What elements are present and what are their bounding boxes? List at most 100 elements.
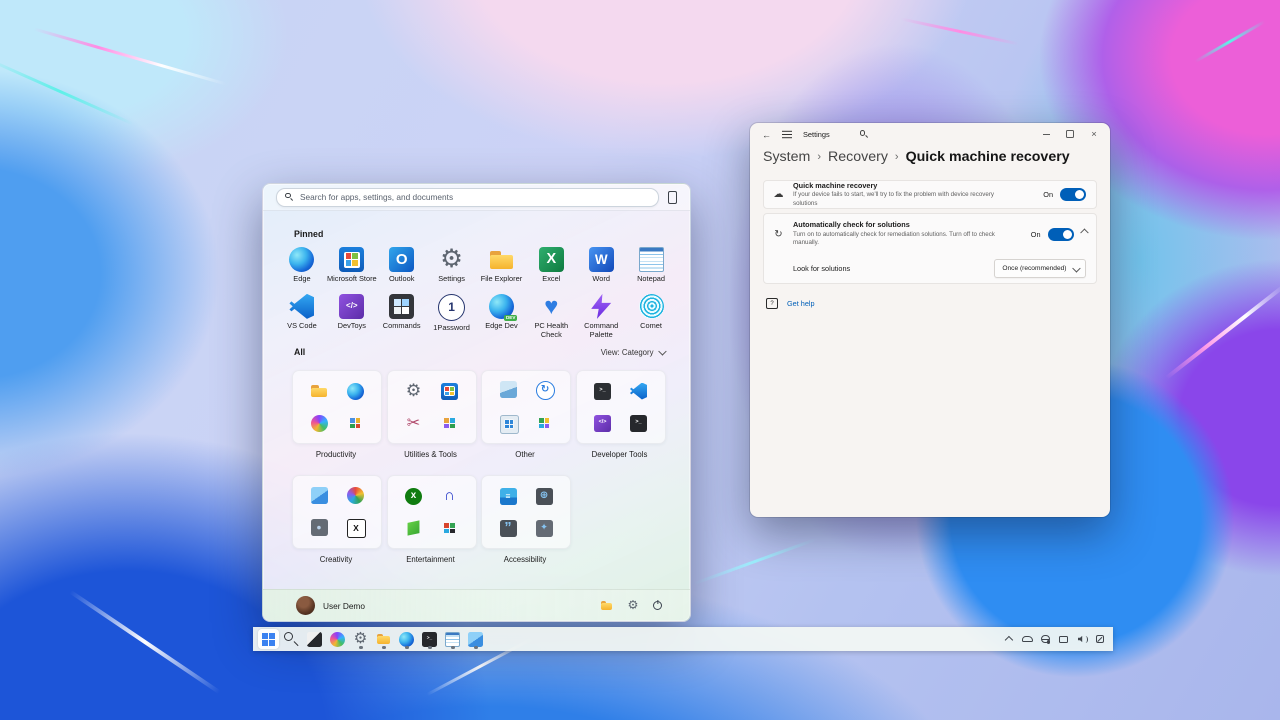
category-card-accessibility[interactable]: ≡⊕”✦ bbox=[481, 475, 571, 549]
pinned-app-edge[interactable]: Edge bbox=[277, 247, 327, 284]
back-button[interactable]: ← bbox=[762, 130, 771, 140]
pinned-app-word[interactable]: WWord bbox=[576, 247, 626, 284]
sync-app-icon: ↻ bbox=[536, 381, 555, 400]
settings-search-icon[interactable] bbox=[860, 130, 869, 139]
pinned-app-1password[interactable]: 11Password bbox=[427, 294, 477, 340]
auto-check-card-group: ↻ Automatically check for solutions Turn… bbox=[763, 213, 1097, 284]
pinned-app-pc-health-check[interactable]: ♥PC Health Check bbox=[526, 294, 576, 340]
get-help-link[interactable]: ? Get help bbox=[766, 298, 1097, 309]
comet-icon bbox=[639, 294, 664, 319]
app-label: Excel bbox=[542, 275, 560, 284]
toggle-state-label: On bbox=[1043, 190, 1053, 199]
breadcrumb-separator: › bbox=[817, 151, 821, 163]
settings-button[interactable]: ⚙ bbox=[627, 600, 639, 612]
look-for-solutions-label: Look for solutions bbox=[793, 264, 994, 273]
pinned-app-microsoft-store[interactable]: Microsoft Store bbox=[327, 247, 377, 284]
taskbar-settings-button[interactable]: ⚙ bbox=[350, 629, 371, 649]
start-menu: Search for apps, settings, and documents… bbox=[262, 183, 691, 622]
taskbar-search-button[interactable] bbox=[281, 629, 302, 649]
edge-icon bbox=[347, 383, 364, 400]
chevron-down-icon bbox=[658, 347, 666, 355]
mobile-device-icon[interactable] bbox=[668, 191, 677, 204]
copilot-icon bbox=[330, 632, 345, 647]
media-player-icon: ∩ bbox=[441, 488, 458, 505]
wallpaper-streak bbox=[33, 27, 226, 85]
taskbar-photos-button[interactable] bbox=[465, 629, 486, 649]
search-input[interactable]: Search for apps, settings, and documents bbox=[276, 188, 659, 207]
view-category-dropdown[interactable]: View: Category bbox=[601, 348, 664, 357]
category-card-utilities-tools[interactable]: ⚙✂ bbox=[387, 370, 477, 444]
taskbar-terminal-button[interactable]: >_ bbox=[419, 629, 440, 649]
pen-input-icon[interactable] bbox=[1094, 633, 1105, 645]
settings-titlebar: ← Settings × bbox=[750, 123, 1110, 146]
pinned-heading: Pinned bbox=[294, 229, 323, 239]
taskbar-notepad-button[interactable] bbox=[442, 629, 463, 649]
settings-icon: ⚙ bbox=[439, 247, 464, 272]
category-utilities-tools: ⚙✂Utilities & Tools bbox=[387, 370, 482, 459]
taskbar-file-explorer-button[interactable] bbox=[373, 629, 394, 649]
vs-code-icon bbox=[289, 294, 314, 319]
search-placeholder: Search for apps, settings, and documents bbox=[300, 192, 453, 202]
onedrive-icon[interactable] bbox=[1022, 633, 1033, 645]
app-label: Commands bbox=[383, 322, 421, 331]
get-help-label: Get help bbox=[787, 299, 815, 308]
breadcrumb-system[interactable]: System bbox=[763, 149, 810, 165]
wallpaper-streak bbox=[1165, 284, 1280, 379]
category-card-other[interactable]: ↻ bbox=[481, 370, 571, 444]
snipping-tool-icon: ✂ bbox=[405, 415, 422, 432]
pinned-app-settings[interactable]: ⚙Settings bbox=[427, 247, 477, 284]
taskbar-task-view-button[interactable] bbox=[304, 629, 325, 649]
minimize-button[interactable] bbox=[1034, 123, 1058, 145]
magnifier-icon: ⊕ bbox=[536, 488, 553, 505]
commands-icon bbox=[389, 294, 414, 319]
app-label: Edge Dev bbox=[485, 322, 517, 331]
user-profile[interactable]: User Demo bbox=[296, 596, 365, 615]
pinned-app-notepad[interactable]: Notepad bbox=[626, 247, 676, 284]
network-icon[interactable] bbox=[1040, 633, 1051, 645]
pinned-app-file-explorer[interactable]: File Explorer bbox=[477, 247, 527, 284]
look-for-solutions-dropdown[interactable]: Once (recommended) bbox=[994, 259, 1086, 278]
folders-button[interactable] bbox=[600, 599, 613, 612]
paint-icon bbox=[347, 487, 364, 504]
photos-icon bbox=[311, 487, 328, 504]
dropdown-value: Once (recommended) bbox=[1002, 265, 1066, 272]
taskbar-start-button[interactable] bbox=[258, 629, 279, 649]
app-label: Edge bbox=[293, 275, 310, 284]
device-icon[interactable] bbox=[1058, 633, 1069, 645]
app-label: File Explorer bbox=[481, 275, 522, 284]
tray-chevron-up-icon[interactable] bbox=[1004, 633, 1015, 645]
quick-machine-recovery-toggle[interactable] bbox=[1060, 188, 1086, 201]
category-productivity: Productivity bbox=[292, 370, 387, 459]
category-card-entertainment[interactable]: x∩ bbox=[387, 475, 477, 549]
pinned-app-outlook[interactable]: OOutlook bbox=[377, 247, 427, 284]
narrator-icon: ” bbox=[500, 520, 517, 537]
category-developer-tools: >_</>>_Developer Tools bbox=[576, 370, 671, 459]
breadcrumb-recovery[interactable]: Recovery bbox=[828, 149, 888, 165]
pinned-app-vs-code[interactable]: VS Code bbox=[277, 294, 327, 340]
chevron-up-icon[interactable] bbox=[1080, 229, 1088, 237]
auto-check-toggle[interactable] bbox=[1048, 228, 1074, 241]
menu-icon[interactable] bbox=[782, 134, 792, 135]
pinned-app-excel[interactable]: XExcel bbox=[526, 247, 576, 284]
pinned-app-comet[interactable]: Comet bbox=[626, 294, 676, 340]
wallpaper-streak bbox=[901, 18, 1019, 46]
pinned-app-edge-dev[interactable]: DEVEdge Dev bbox=[477, 294, 527, 340]
taskbar-edge-button[interactable] bbox=[396, 629, 417, 649]
maximize-button[interactable] bbox=[1058, 123, 1082, 145]
category-card-productivity[interactable] bbox=[292, 370, 382, 444]
power-button[interactable] bbox=[653, 601, 662, 610]
pinned-app-devtoys[interactable]: </>DevToys bbox=[327, 294, 377, 340]
category-card-developer-tools[interactable]: >_</>>_ bbox=[576, 370, 666, 444]
category-card-creativity[interactable]: ●X bbox=[292, 475, 382, 549]
volume-icon[interactable] bbox=[1076, 633, 1087, 645]
app-categories-grid: Productivity⚙✂Utilities & Tools↻Other>_<… bbox=[292, 370, 670, 564]
pinned-app-commands[interactable]: Commands bbox=[377, 294, 427, 340]
toggle-state-label: On bbox=[1031, 230, 1041, 239]
app-label: VS Code bbox=[287, 322, 317, 331]
taskbar-copilot-button[interactable] bbox=[327, 629, 348, 649]
pinned-app-command-palette[interactable]: Command Palette bbox=[576, 294, 626, 340]
settings-cards: ☁ Quick machine recovery If your device … bbox=[763, 180, 1097, 309]
close-button[interactable]: × bbox=[1082, 123, 1106, 145]
pc-health-check-icon: ♥ bbox=[539, 294, 564, 319]
start-menu-footer: User Demo ⚙ bbox=[263, 589, 690, 621]
